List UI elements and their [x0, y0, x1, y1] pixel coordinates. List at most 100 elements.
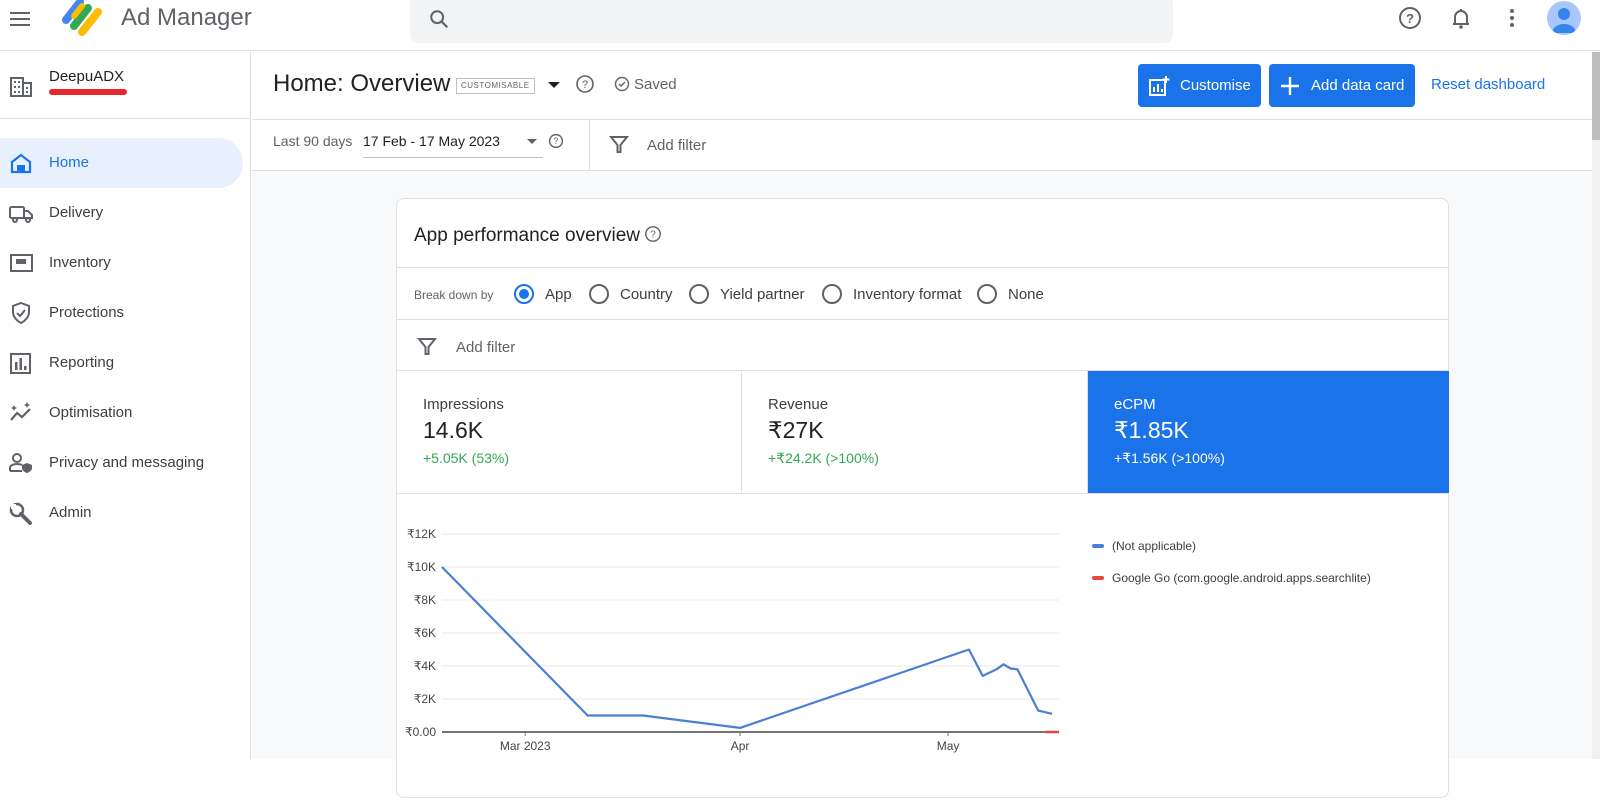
- sidebar-item-privacy-and-messaging[interactable]: Privacy and messaging: [0, 438, 243, 488]
- filter-icon: [608, 136, 630, 153]
- filter-icon: [416, 338, 438, 355]
- series-line-not-applicable: [441, 566, 1053, 729]
- sidebar-item-label: Home: [49, 154, 90, 171]
- sidebar-item-label: Admin: [49, 504, 92, 521]
- sidebar-item-optimisation[interactable]: Optimisation: [0, 388, 243, 438]
- radio-label: Inventory format: [853, 285, 962, 303]
- divider: [397, 319, 1448, 320]
- account-selector[interactable]: DeepuADX: [0, 52, 251, 119]
- breakdown-radio-none[interactable]: None: [977, 283, 1044, 305]
- breakdown-label: Break down by: [414, 288, 494, 302]
- scrollbar-thumb[interactable]: [1592, 52, 1600, 140]
- add-data-card-button[interactable]: Add data card: [1269, 64, 1415, 107]
- help-icon[interactable]: ?: [644, 225, 662, 243]
- breakdown-radio-inventory-format[interactable]: Inventory format: [822, 283, 961, 305]
- y-tick-label: ₹6K: [414, 626, 436, 640]
- legend-item-google-go[interactable]: Google Go (com.google.android.apps.searc…: [1092, 571, 1371, 603]
- svg-text:?: ?: [582, 79, 588, 91]
- y-tick-label: ₹2K: [414, 692, 436, 706]
- sidebar-item-label: Reporting: [49, 354, 115, 371]
- sidebar-item-label: Inventory: [49, 254, 111, 271]
- chevron-down-icon: [527, 139, 537, 144]
- main-menu-button[interactable]: [8, 6, 34, 32]
- add-data-card-label: Add data card: [1311, 77, 1405, 94]
- customise-chart-icon: [1149, 75, 1170, 96]
- date-filter-bar: Last 90 days 17 Feb - 17 May 2023 ? Add …: [252, 120, 1592, 171]
- card-add-filter-button[interactable]: Add filter: [416, 336, 516, 356]
- x-tick-label: Apr: [731, 739, 750, 753]
- dashboard-dropdown-button[interactable]: [548, 82, 560, 88]
- building-icon: [10, 77, 32, 97]
- date-range-select[interactable]: 17 Feb - 17 May 2023: [363, 128, 543, 158]
- radio-label: Country: [620, 285, 673, 303]
- customisable-badge: CUSTOMISABLE: [456, 78, 535, 94]
- metric-name: Impressions: [423, 396, 504, 413]
- sidebar-item-delivery[interactable]: Delivery: [0, 188, 243, 238]
- breakdown-radio-app[interactable]: App: [514, 283, 572, 305]
- x-tick-label: Mar 2023: [500, 739, 551, 753]
- search-input[interactable]: [410, 0, 1173, 43]
- sidebar: DeepuADX Home Delivery Inventory Protect…: [0, 52, 251, 759]
- radio-circle: [589, 284, 609, 304]
- sidebar-item-label: Optimisation: [49, 404, 133, 421]
- more-vert-icon[interactable]: [1499, 5, 1525, 31]
- add-filter-button[interactable]: Add filter: [608, 134, 706, 154]
- legend-item-not-applicable[interactable]: (Not applicable): [1092, 539, 1371, 571]
- metric-tab-revenue[interactable]: Revenue ₹27K +₹24.2K (>100%): [742, 371, 1088, 493]
- saved-status: Saved: [614, 76, 677, 93]
- sidebar-item-protections[interactable]: Protections: [0, 288, 243, 338]
- svg-text:?: ?: [554, 136, 559, 146]
- notifications-icon[interactable]: [1448, 5, 1474, 31]
- shield-check-icon: [12, 301, 30, 325]
- help-icon[interactable]: ?: [1397, 5, 1423, 31]
- legend-swatch: [1092, 576, 1104, 580]
- metric-delta: +₹1.56K (>100%): [1114, 450, 1225, 466]
- sidebar-item-home[interactable]: Home: [0, 138, 243, 188]
- inventory-icon: [10, 254, 33, 272]
- divider: [589, 120, 590, 171]
- y-tick-label: ₹10K: [407, 560, 436, 574]
- top-app-bar: Ad Manager ?: [0, 0, 1600, 51]
- sidebar-item-admin[interactable]: Admin: [0, 488, 243, 538]
- help-icon[interactable]: ?: [548, 133, 564, 149]
- ad-manager-logo-icon: [62, 0, 102, 36]
- metric-name: eCPM: [1114, 396, 1156, 413]
- radio-label: Yield partner: [720, 285, 805, 303]
- metric-tab-impressions[interactable]: Impressions 14.6K +5.05K (53%): [397, 371, 742, 493]
- reset-dashboard-link[interactable]: Reset dashboard: [1431, 76, 1545, 93]
- divider: [397, 267, 1448, 268]
- date-range-label: Last 90 days: [273, 133, 353, 149]
- sidebar-item-label: Protections: [49, 304, 125, 321]
- check-circle-icon: [614, 76, 630, 92]
- page-scrollbar[interactable]: [1592, 52, 1600, 759]
- radio-circle: [977, 284, 997, 304]
- breakdown-radio-yield-partner[interactable]: Yield partner: [689, 283, 805, 305]
- person-icon: [1552, 8, 1576, 33]
- radio-circle: [689, 284, 709, 304]
- card-title-text: App performance overview: [414, 225, 640, 246]
- sidebar-item-inventory[interactable]: Inventory: [0, 238, 243, 288]
- radio-label: App: [545, 285, 572, 303]
- date-range-value: 17 Feb - 17 May 2023: [363, 133, 500, 149]
- search-icon: [430, 10, 449, 29]
- privacy-person-icon: [9, 453, 32, 473]
- account-avatar[interactable]: [1547, 1, 1581, 35]
- help-icon[interactable]: ?: [575, 74, 595, 94]
- metric-value: 14.6K: [423, 417, 484, 443]
- legend-label: Google Go (com.google.android.apps.searc…: [1112, 571, 1371, 585]
- add-filter-label: Add filter: [456, 339, 516, 356]
- sidebar-item-label: Delivery: [49, 204, 104, 221]
- saved-label: Saved: [634, 76, 677, 93]
- svg-text:?: ?: [1406, 11, 1414, 26]
- home-icon: [10, 153, 32, 174]
- metric-tab-ecpm[interactable]: eCPM ₹1.85K +₹1.56K (>100%): [1088, 371, 1449, 493]
- breakdown-radio-country[interactable]: Country: [589, 283, 673, 305]
- plus-icon: [1281, 76, 1299, 95]
- bar-chart-icon: [10, 353, 31, 374]
- radio-circle: [514, 284, 534, 304]
- y-tick-label: ₹12K: [407, 527, 436, 541]
- sidebar-item-reporting[interactable]: Reporting: [0, 338, 243, 388]
- svg-text:?: ?: [650, 230, 656, 241]
- customise-button[interactable]: Customise: [1138, 64, 1261, 107]
- metric-delta: +₹24.2K (>100%): [768, 450, 879, 466]
